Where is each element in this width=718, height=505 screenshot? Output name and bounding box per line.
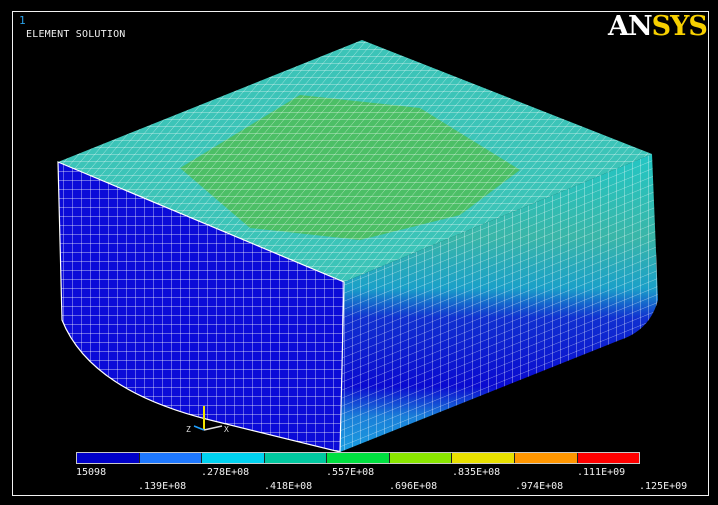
triad-x-label: X	[224, 425, 229, 434]
legend-swatch	[577, 453, 640, 463]
legend-label: 15098	[76, 467, 107, 478]
legend-swatch	[264, 453, 328, 463]
legend-label: .111E+09	[577, 467, 626, 478]
legend-swatch	[202, 453, 265, 463]
legend-label: .125E+09	[639, 481, 688, 492]
contour-legend-bar	[76, 452, 640, 464]
legend-label: .835E+08	[452, 467, 501, 478]
legend-swatch	[389, 453, 453, 463]
legend-label: .974E+08	[515, 481, 564, 492]
legend-label: .557E+08	[326, 467, 375, 478]
legend-swatch	[452, 453, 515, 463]
legend-label: .278E+08	[201, 467, 250, 478]
triad-z-label: Z	[186, 425, 191, 434]
legend-label: .418E+08	[264, 481, 313, 492]
legend-label: .696E+08	[389, 481, 438, 492]
legend-label: .139E+08	[138, 481, 187, 492]
legend-swatch	[139, 453, 203, 463]
fe-model-view[interactable]: X Z	[0, 0, 718, 505]
legend-swatch	[77, 453, 140, 463]
legend-swatch	[514, 453, 578, 463]
legend-swatch	[327, 453, 390, 463]
